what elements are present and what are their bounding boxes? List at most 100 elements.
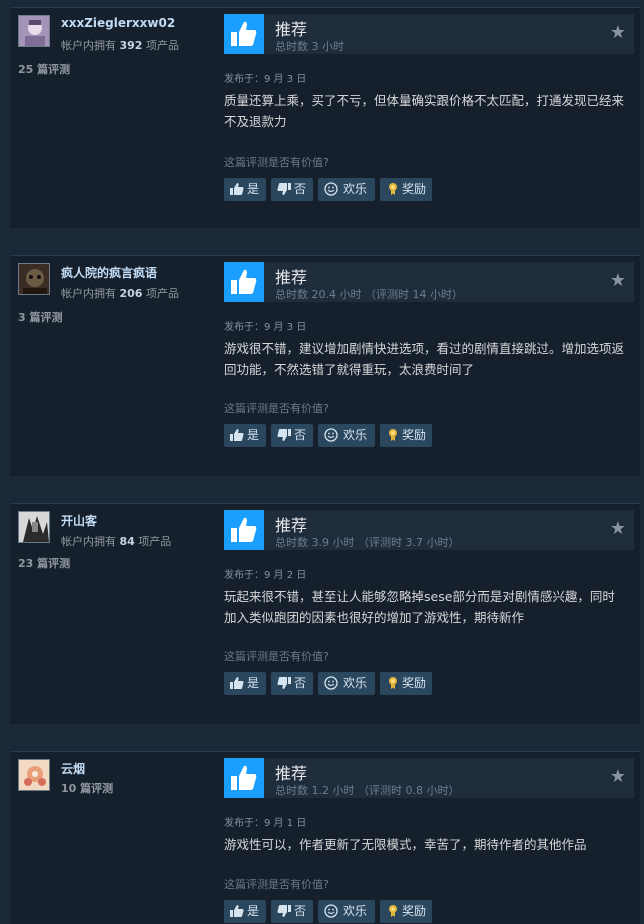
star-icon[interactable]: ★ — [610, 518, 626, 539]
avatar[interactable] — [18, 759, 50, 791]
award-button[interactable]: 奖励 — [380, 672, 432, 695]
award-label: 奖励 — [402, 676, 427, 690]
owned-count: 206 — [119, 287, 143, 300]
vote-funny-label: 欢乐 — [343, 676, 368, 690]
username[interactable]: xxxZieglerxxw02 — [61, 16, 175, 30]
thumbs-down-icon — [277, 677, 291, 689]
review-card: xxxZieglerxxw02 帐户内拥有 392 项产品 25 篇评测 推荐 … — [10, 7, 640, 228]
star-icon[interactable]: ★ — [610, 766, 626, 787]
thumbs-up-small-icon — [230, 183, 244, 195]
helpful-question: 这篇评测是否有价值? — [224, 650, 329, 663]
posted-date: 发布于：9 月 3 日 — [224, 74, 307, 85]
award-button[interactable]: 奖励 — [380, 424, 432, 447]
award-label: 奖励 — [402, 904, 427, 918]
thumbs-up-small-icon — [230, 429, 244, 441]
smiley-icon — [324, 428, 338, 442]
hours-on-record: 总时数 3.9 小时 （评测时 3.7 小时） — [275, 536, 460, 549]
username[interactable]: 开山客 — [61, 512, 97, 529]
award-label: 奖励 — [402, 428, 427, 442]
thumbs-up-small-icon — [230, 905, 244, 917]
vote-funny-button[interactable]: 欢乐 — [318, 178, 375, 201]
vote-no-label: 否 — [294, 182, 307, 196]
vote-yes-button[interactable]: 是 — [224, 178, 266, 201]
award-icon — [389, 677, 397, 689]
helpful-question: 这篇评测是否有价值? — [224, 156, 329, 169]
vote-yes-button[interactable]: 是 — [224, 672, 266, 695]
vote-yes-label: 是 — [247, 676, 260, 690]
owned-count: 392 — [119, 39, 143, 52]
smiley-icon — [324, 182, 338, 196]
review-count[interactable]: 3 篇评测 — [18, 309, 62, 325]
award-icon — [389, 183, 397, 195]
helpful-question: 这篇评测是否有价值? — [224, 402, 329, 415]
award-icon — [389, 429, 397, 441]
posted-date: 发布于：9 月 1 日 — [224, 818, 307, 829]
username[interactable]: 云烟 — [61, 760, 85, 777]
owned-suffix: 项产品 — [138, 535, 172, 548]
vote-no-button[interactable]: 否 — [271, 178, 313, 201]
avatar[interactable] — [18, 511, 50, 543]
vote-no-label: 否 — [294, 904, 307, 918]
vote-yes-button[interactable]: 是 — [224, 900, 266, 923]
vote-funny-label: 欢乐 — [343, 428, 368, 442]
star-icon[interactable]: ★ — [610, 22, 626, 43]
products-owned: 帐户内拥有 206 项产品 — [61, 285, 179, 301]
vote-header[interactable]: 推荐 总时数 3 小时 ★ — [224, 14, 634, 54]
owned-prefix: 帐户内拥有 — [61, 39, 116, 52]
thumbs-up-icon — [224, 510, 264, 550]
star-icon[interactable]: ★ — [610, 270, 626, 291]
award-button[interactable]: 奖励 — [380, 178, 432, 201]
award-button[interactable]: 奖励 — [380, 900, 432, 923]
avatar[interactable] — [18, 15, 50, 47]
vote-funny-label: 欢乐 — [343, 182, 368, 196]
vote-header[interactable]: 推荐 总时数 1.2 小时 （评测时 0.8 小时） ★ — [224, 758, 634, 798]
thumbs-down-icon — [277, 429, 291, 441]
hours-on-record: 总时数 1.2 小时 （评测时 0.8 小时） — [275, 784, 460, 797]
vote-header[interactable]: 推荐 总时数 20.4 小时 （评测时 14 小时） ★ — [224, 262, 634, 302]
posted-date: 发布于：9 月 3 日 — [224, 322, 307, 333]
avatar[interactable] — [18, 263, 50, 295]
vote-no-button[interactable]: 否 — [271, 424, 313, 447]
review-count[interactable]: 10 篇评测 — [61, 780, 113, 796]
vote-no-button[interactable]: 否 — [271, 672, 313, 695]
recommended-label: 推荐 — [275, 20, 308, 39]
thumbs-up-icon — [224, 262, 264, 302]
review-card: 疯人院的疯言疯语 帐户内拥有 206 项产品 3 篇评测 推荐 总时数 20.4… — [10, 255, 640, 476]
thumbs-up-icon — [224, 14, 264, 54]
vote-funny-button[interactable]: 欢乐 — [318, 424, 375, 447]
thumbs-down-icon — [277, 905, 291, 917]
vote-funny-button[interactable]: 欢乐 — [318, 900, 375, 923]
review-content: 质量还算上乘，买了不亏，但体量确实跟价格不太匹配，打通发现已经来不及退款力 — [224, 93, 625, 129]
posted-date: 发布于：9 月 2 日 — [224, 570, 307, 581]
review-card: 云烟 10 篇评测 推荐 总时数 1.2 小时 （评测时 0.8 小时） ★ 发… — [10, 751, 640, 924]
recommended-label: 推荐 — [275, 516, 308, 535]
recommended-label: 推荐 — [275, 268, 308, 287]
vote-yes-label: 是 — [247, 182, 260, 196]
helpful-question: 这篇评测是否有价值? — [224, 878, 329, 891]
review-content: 玩起来很不错，甚至让人能够忽略掉sese部分而是对剧情感兴趣，同时加入类似跑团的… — [224, 589, 615, 625]
vote-header[interactable]: 推荐 总时数 3.9 小时 （评测时 3.7 小时） ★ — [224, 510, 634, 550]
thumbs-up-small-icon — [230, 677, 244, 689]
review-count[interactable]: 23 篇评测 — [18, 555, 70, 571]
smiley-icon — [324, 676, 338, 690]
owned-count: 84 — [119, 535, 135, 548]
vote-no-label: 否 — [294, 428, 307, 442]
hours-on-record: 总时数 20.4 小时 （评测时 14 小时） — [275, 288, 463, 301]
smiley-icon — [324, 904, 338, 918]
owned-suffix: 项产品 — [145, 287, 179, 300]
vote-funny-button[interactable]: 欢乐 — [318, 672, 375, 695]
owned-prefix: 帐户内拥有 — [61, 287, 116, 300]
award-icon — [389, 905, 397, 917]
review-count[interactable]: 25 篇评测 — [18, 61, 70, 77]
vote-yes-button[interactable]: 是 — [224, 424, 266, 447]
recommended-label: 推荐 — [275, 764, 308, 783]
thumbs-down-icon — [277, 183, 291, 195]
vote-yes-label: 是 — [247, 904, 260, 918]
owned-suffix: 项产品 — [145, 39, 179, 52]
username[interactable]: 疯人院的疯言疯语 — [61, 264, 157, 281]
vote-yes-label: 是 — [247, 428, 260, 442]
review-content: 游戏性可以，作者更新了无限模式，幸苦了，期待作者的其他作品 — [224, 837, 587, 852]
vote-no-button[interactable]: 否 — [271, 900, 313, 923]
products-owned: 帐户内拥有 392 项产品 — [61, 37, 179, 53]
vote-funny-label: 欢乐 — [343, 904, 368, 918]
